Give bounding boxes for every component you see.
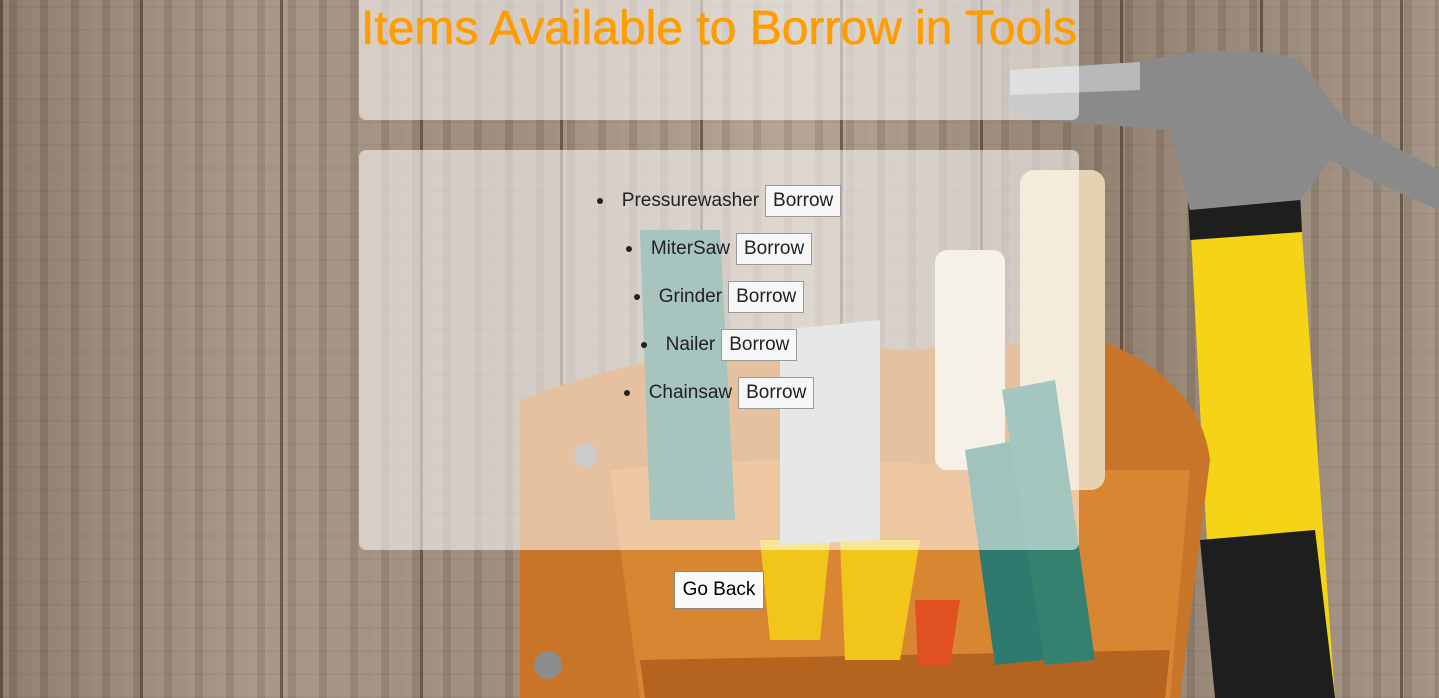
list-item-pressurewasher: Pressurewasher Borrow (359, 185, 1079, 233)
list-item-nailer: Nailer Borrow (359, 329, 1079, 377)
bullet-icon (596, 198, 603, 204)
item-name: MiterSaw (650, 238, 730, 259)
borrow-button[interactable]: Borrow (721, 329, 798, 361)
title-panel: Items Available to Borrow in Tools (359, 0, 1079, 120)
bullet-icon (633, 294, 640, 300)
go-back-button[interactable]: Go Back (674, 571, 764, 609)
borrow-button[interactable]: Borrow (738, 377, 815, 409)
page-background: Items Available to Borrow in Tools Press… (0, 0, 1439, 698)
bullet-icon (625, 246, 632, 252)
borrow-button[interactable]: Borrow (728, 281, 805, 313)
item-name: Chainsaw (648, 382, 733, 403)
items-list: Pressurewasher Borrow MiterSaw Borrow Gr… (359, 150, 1079, 425)
list-item-chainsaw: Chainsaw Borrow (359, 377, 1079, 425)
list-item-mitersaw: MiterSaw Borrow (359, 233, 1079, 281)
list-item-grinder: Grinder Borrow (359, 281, 1079, 329)
item-name: Nailer (665, 334, 716, 355)
item-name: Grinder (658, 286, 723, 307)
borrow-button[interactable]: Borrow (765, 185, 842, 217)
bullet-icon (623, 390, 630, 396)
items-panel: Pressurewasher Borrow MiterSaw Borrow Gr… (359, 150, 1079, 550)
item-name: Pressurewasher (621, 190, 760, 211)
bullet-icon (640, 342, 647, 348)
page-title: Items Available to Borrow in Tools (361, 2, 1078, 55)
borrow-button[interactable]: Borrow (736, 233, 813, 265)
